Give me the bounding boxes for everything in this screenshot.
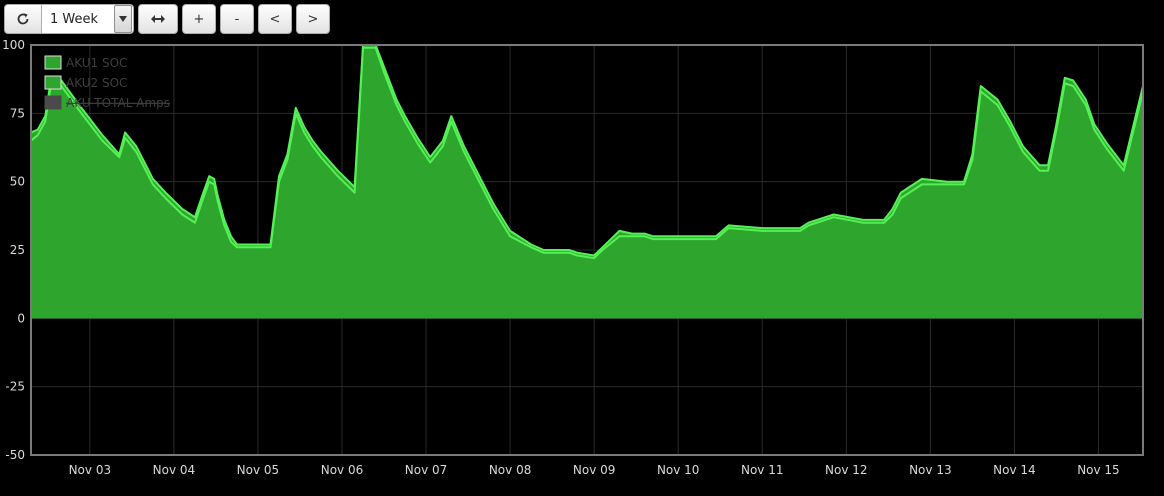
x-tick-label: Nov 06	[321, 463, 364, 477]
x-tick-label: Nov 15	[1077, 463, 1120, 477]
series-area-2	[31, 47, 1143, 319]
x-tick-label: Nov 13	[909, 463, 952, 477]
x-tick-label: Nov 03	[69, 463, 112, 477]
x-axis-ticks: Nov 03 Nov 04 Nov 05 Nov 06 Nov 07 Nov 08 Nov …	[69, 463, 1120, 477]
soc-area-chart: 1007550250-25-50 Nov 03 Nov 04 Nov 05 Nov 0…	[2, 38, 1144, 477]
x-tick-label: Nov 07	[405, 463, 448, 477]
x-tick-label: Nov 12	[825, 463, 868, 477]
legend-item[interactable]: AKU1 SOC	[44, 55, 127, 70]
x-tick-label: Nov 08	[489, 463, 532, 477]
x-tick-label: Nov 09	[573, 463, 616, 477]
y-tick-label: -25	[5, 380, 25, 394]
legend-label: AKU1 SOC	[66, 56, 127, 70]
legend-swatch	[44, 95, 62, 110]
legend-swatch	[44, 55, 62, 70]
x-tick-label: Nov 14	[993, 463, 1036, 477]
y-tick-label: 75	[10, 106, 25, 120]
legend-label: AKU2 SOC	[66, 76, 127, 90]
legend-label: AKU TOTAL Amps	[66, 96, 170, 110]
y-tick-label: -50	[5, 448, 25, 462]
legend-item[interactable]: AKU2 SOC	[44, 75, 127, 90]
x-tick-label: Nov 11	[741, 463, 784, 477]
x-tick-label: Nov 10	[657, 463, 700, 477]
y-tick-label: 0	[17, 311, 25, 325]
y-tick-label: 50	[10, 175, 25, 189]
x-tick-label: Nov 05	[237, 463, 280, 477]
x-tick-label: Nov 04	[153, 463, 196, 477]
y-tick-label: 25	[10, 243, 25, 257]
y-tick-label: 100	[2, 38, 25, 52]
legend-swatch	[44, 75, 62, 90]
y-axis-ticks: 100 75 50 25 0 -25 -50	[2, 38, 25, 462]
